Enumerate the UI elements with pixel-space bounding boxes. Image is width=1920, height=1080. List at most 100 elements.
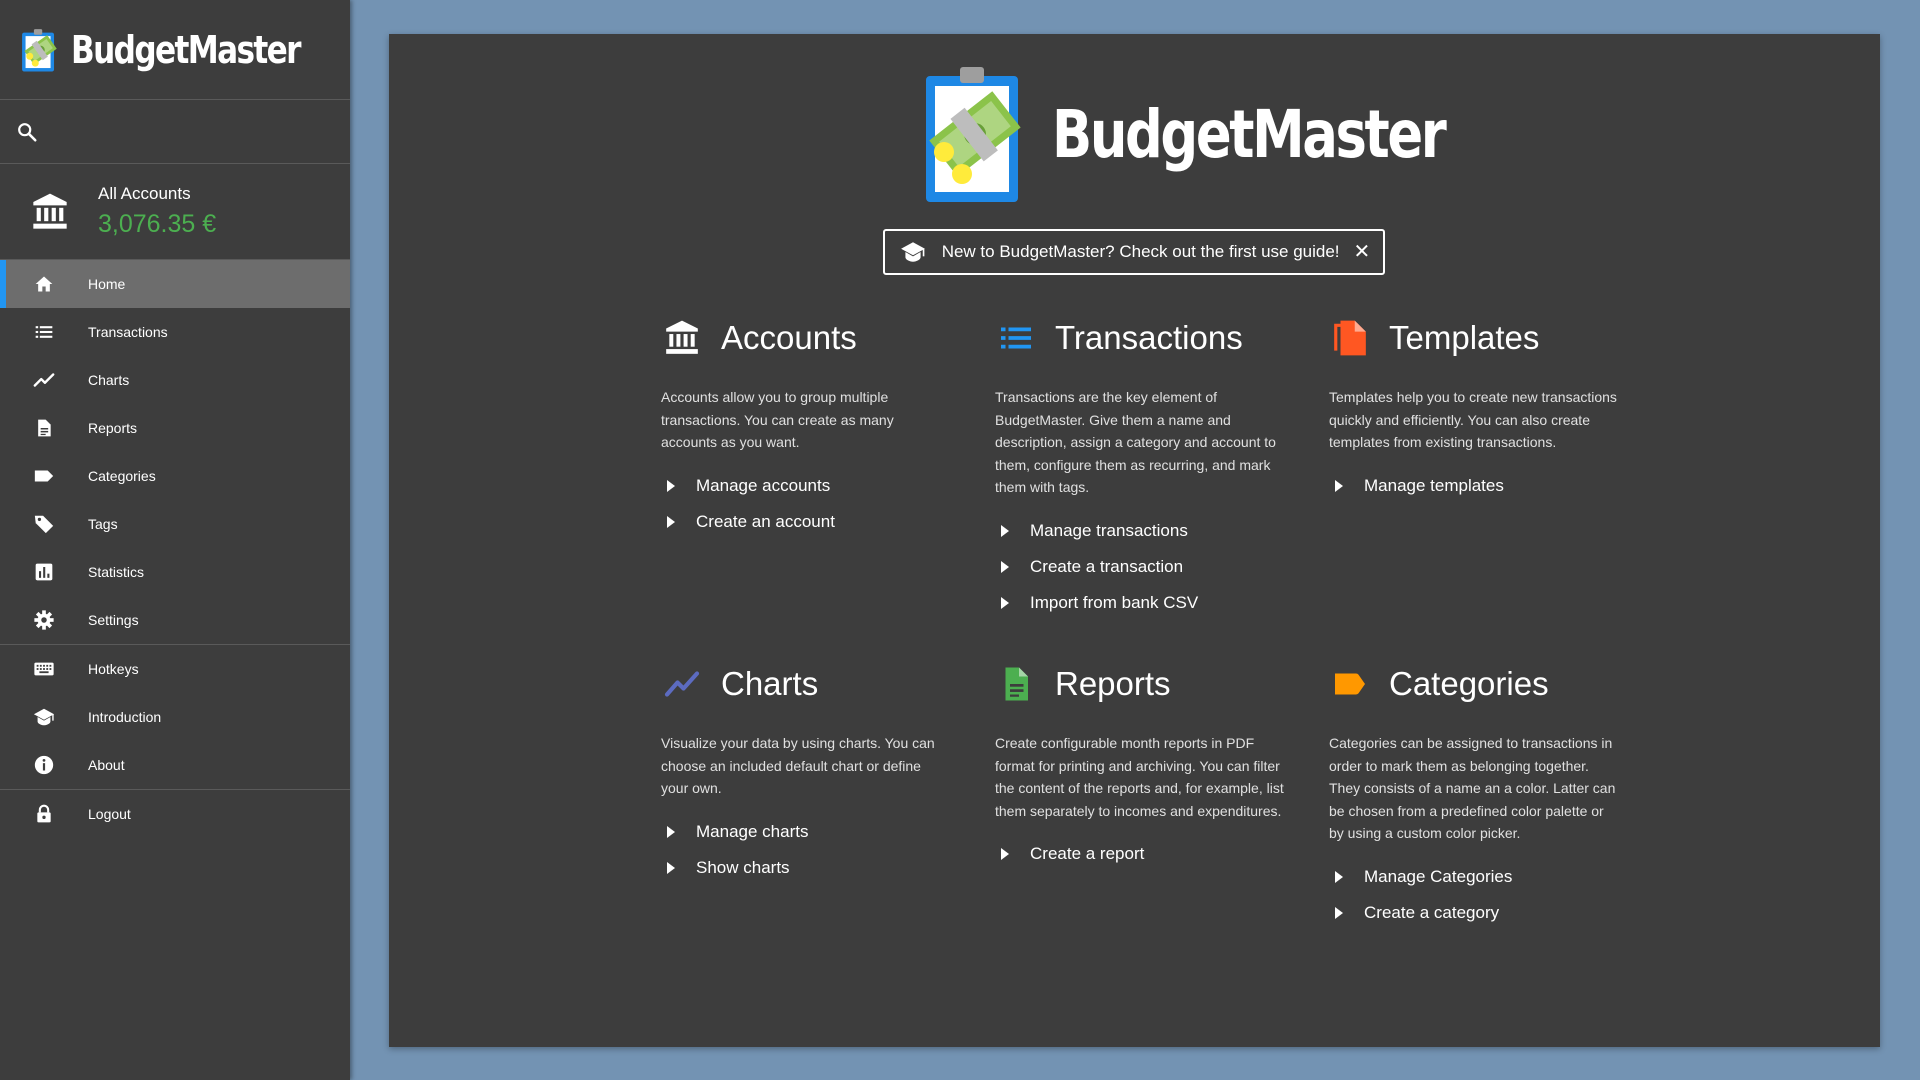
create-account-link[interactable]: Create an account xyxy=(661,504,961,540)
accounts-section: Accounts Accounts allow you to group mul… xyxy=(661,316,961,540)
budgetmaster-logo-icon xyxy=(22,28,57,72)
sidebar-item-logout[interactable]: Logout xyxy=(0,790,350,838)
app-name: BudgetMaster xyxy=(70,27,302,72)
document-icon xyxy=(995,664,1037,704)
section-title: Templates xyxy=(1389,319,1540,356)
section-title: Categories xyxy=(1389,665,1549,702)
account-balance: 3,076.35 € xyxy=(98,210,217,238)
sidebar-item-categories[interactable]: Categories xyxy=(0,452,350,500)
label-icon xyxy=(1329,664,1371,704)
sidebar-item-label: Settings xyxy=(88,612,139,628)
play-arrow-icon xyxy=(667,515,675,528)
trend-icon xyxy=(32,368,56,392)
sidebar-item-home[interactable]: Home xyxy=(0,260,350,308)
link-label[interactable]: Manage charts xyxy=(696,822,808,842)
account-selector[interactable]: All Accounts 3,076.35 € xyxy=(0,164,350,260)
section-description: Transactions are the key element of Budg… xyxy=(995,389,1276,495)
create-category-link[interactable]: Create a category xyxy=(1329,895,1629,931)
first-use-guide-banner[interactable]: New to BudgetMaster? Check out the first… xyxy=(883,229,1385,275)
sidebar-item-introduction[interactable]: Introduction xyxy=(0,693,350,741)
import-bank-csv-link[interactable]: Import from bank CSV xyxy=(995,585,1295,621)
link-label[interactable]: Create a category xyxy=(1364,903,1499,923)
manage-templates-link[interactable]: Manage templates xyxy=(1329,468,1629,504)
sidebar-item-label: Charts xyxy=(88,372,130,388)
sidebar-item-settings[interactable]: Settings xyxy=(0,596,350,644)
templates-section: Templates Templates help you to create n… xyxy=(1329,316,1629,504)
sidebar-search[interactable] xyxy=(0,100,350,164)
manage-categories-link[interactable]: Manage Categories xyxy=(1329,859,1629,895)
section-title: Reports xyxy=(1055,665,1171,702)
sidebar-item-label: Reports xyxy=(88,420,138,436)
sidebar-item-label: Transactions xyxy=(88,324,168,340)
sidebar-item-about[interactable]: About xyxy=(0,741,350,789)
keyboard-icon xyxy=(32,657,56,681)
create-report-link[interactable]: Create a report xyxy=(995,836,1295,872)
link-label[interactable]: Create a report xyxy=(1030,844,1144,864)
show-charts-link[interactable]: Show charts xyxy=(661,850,961,886)
link-label[interactable]: Create a transaction xyxy=(1030,557,1183,577)
hero-logo: BudgetMaster xyxy=(922,64,1542,204)
play-arrow-icon xyxy=(667,825,675,838)
main-content: BudgetMaster New to BudgetMaster? Check … xyxy=(389,34,1880,1047)
list-icon xyxy=(32,320,56,344)
home-icon xyxy=(32,272,56,296)
transactions-section: Transactions Transactions are the key el… xyxy=(995,316,1295,621)
play-arrow-icon xyxy=(1001,596,1009,609)
link-label[interactable]: Manage accounts xyxy=(696,476,830,496)
bank-icon xyxy=(33,193,67,229)
play-arrow-icon xyxy=(1001,848,1009,860)
reports-section: Reports Create configurable month report… xyxy=(995,662,1295,872)
list-icon xyxy=(995,318,1037,358)
play-arrow-icon xyxy=(667,861,675,874)
manage-transactions-link[interactable]: Manage transactions xyxy=(995,513,1295,549)
sidebar-item-label: Tags xyxy=(88,516,118,532)
section-title: Accounts xyxy=(721,319,857,356)
tag-icon xyxy=(32,512,56,536)
sidebar-item-statistics[interactable]: Statistics xyxy=(0,548,350,596)
search-icon[interactable] xyxy=(16,121,38,143)
first-use-guide-link[interactable]: New to BudgetMaster? Check out the first… xyxy=(942,242,1340,262)
file-copy-icon xyxy=(1329,318,1371,358)
bar-chart-icon xyxy=(32,560,56,584)
link-label[interactable]: Import from bank CSV xyxy=(1030,593,1198,613)
sidebar-item-charts[interactable]: Charts xyxy=(0,356,350,404)
sidebar-item-label: Home xyxy=(88,276,126,292)
bank-icon xyxy=(661,318,703,358)
manage-charts-link[interactable]: Manage charts xyxy=(661,814,961,850)
play-arrow-icon xyxy=(1335,479,1343,492)
play-arrow-icon xyxy=(1001,560,1009,573)
sidebar-nav: Home Transactions Charts Reports Categor… xyxy=(0,260,350,838)
gear-icon xyxy=(32,608,56,632)
graduation-cap-icon xyxy=(900,242,925,262)
sidebar-item-label: Categories xyxy=(88,468,156,484)
link-label[interactable]: Create an account xyxy=(696,512,835,532)
link-label[interactable]: Show charts xyxy=(696,858,790,878)
sidebar-item-label: Logout xyxy=(88,806,131,822)
sidebar-item-label: Hotkeys xyxy=(88,661,139,677)
info-icon xyxy=(32,753,56,777)
sidebar-item-tags[interactable]: Tags xyxy=(0,500,350,548)
sidebar-item-reports[interactable]: Reports xyxy=(0,404,350,452)
play-arrow-icon xyxy=(1335,906,1343,919)
sidebar-item-hotkeys[interactable]: Hotkeys xyxy=(0,645,350,693)
budgetmaster-logo-icon xyxy=(926,67,1021,202)
charts-section: Charts Visualize your data by using char… xyxy=(661,662,961,886)
play-arrow-icon xyxy=(1001,524,1009,537)
link-label[interactable]: Manage Categories xyxy=(1364,867,1512,887)
sidebar-item-transactions[interactable]: Transactions xyxy=(0,308,350,356)
sidebar-item-label: Statistics xyxy=(88,564,145,580)
section-description: Templates help you to create new transac… xyxy=(1329,389,1617,450)
create-transaction-link[interactable]: Create a transaction xyxy=(995,549,1295,585)
section-description: Accounts allow you to group multiple tra… xyxy=(661,389,894,450)
link-label[interactable]: Manage transactions xyxy=(1030,521,1188,541)
link-label[interactable]: Manage templates xyxy=(1364,476,1504,496)
section-description: Visualize your data by using charts. You… xyxy=(661,735,935,796)
sidebar-item-label: About xyxy=(88,757,125,773)
lock-icon xyxy=(32,802,56,826)
play-arrow-icon xyxy=(667,479,675,492)
account-name: All Accounts xyxy=(98,184,191,203)
sidebar-logo[interactable]: BudgetMaster xyxy=(0,0,350,100)
close-icon[interactable]: ✕ xyxy=(1354,242,1371,262)
manage-accounts-link[interactable]: Manage accounts xyxy=(661,468,961,504)
label-icon xyxy=(32,464,56,488)
